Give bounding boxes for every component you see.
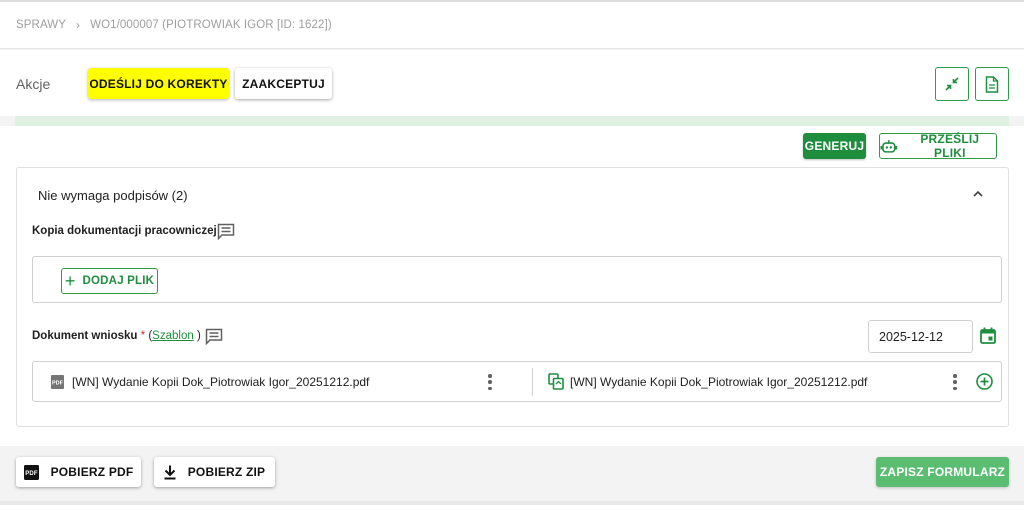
field-label-employee-docs: Kopia dokumentacji pracowniczej — [32, 225, 217, 237]
download-pdf-button[interactable]: PDF POBIERZ PDF — [16, 457, 141, 487]
template-link[interactable]: Szablon — [152, 330, 194, 342]
add-circle-icon[interactable] — [976, 373, 993, 390]
download-zip-label: POBIERZ ZIP — [187, 465, 266, 479]
date-field[interactable]: 2025-12-12 — [868, 320, 973, 353]
bottom-border — [0, 501, 1024, 505]
paren-close: ) — [196, 330, 201, 342]
send-back-button[interactable]: ODEŚLIJ DO KOREKTY — [88, 68, 229, 99]
plus-icon: + — [64, 271, 76, 291]
collapse-button[interactable] — [935, 67, 969, 101]
more-options-icon[interactable] — [952, 374, 958, 390]
download-pdf-label: POBIERZ PDF — [50, 465, 134, 479]
download-zip-button[interactable]: POBIERZ ZIP — [154, 457, 275, 487]
collapse-icon — [945, 77, 959, 91]
status-strip — [15, 116, 1009, 126]
file-name-left[interactable]: [WN] Wydanie Kopii Dok_Piotrowiak Igor_2… — [72, 375, 369, 389]
breadcrumb: SPRAWY › WO1/000007 (PIOTROWIAK IGOR [ID… — [0, 2, 1024, 49]
more-options-icon[interactable] — [487, 374, 493, 390]
comment-icon[interactable] — [205, 328, 223, 345]
add-file-label: DODAJ PLIK — [82, 275, 155, 287]
required-mark: * — [140, 330, 146, 342]
actions-bar: Akcje ODEŚLIJ DO KOREKTY ZAAKCEPTUJ — [0, 50, 1024, 116]
download-icon — [164, 465, 176, 479]
save-form-button[interactable]: ZAPISZ FORMULARZ — [876, 457, 1009, 487]
pdf-badge-text: PDF — [25, 471, 38, 477]
file-copy-icon — [548, 373, 564, 390]
generate-button[interactable]: GENERUJ — [803, 133, 866, 159]
document-button[interactable] — [975, 67, 1009, 101]
accept-button[interactable]: ZAAKCEPTUJ — [235, 68, 332, 99]
divider — [532, 368, 533, 396]
breadcrumb-current: WO1/000007 (PIOTROWIAK IGOR [ID: 1622]) — [90, 19, 332, 31]
field-label-application-doc: Dokument wniosku * (Szablon ) — [32, 330, 201, 342]
application-doc-label: Dokument wniosku — [32, 330, 138, 342]
upload-files-button[interactable]: PRZEŚLIJ PLIKI — [879, 132, 997, 160]
comment-icon[interactable] — [217, 223, 235, 240]
breadcrumb-separator: › — [76, 18, 81, 32]
upload-files-label: PRZEŚLIJ PLIKI — [920, 132, 980, 160]
no-signature-panel: Nie wymaga podpisów (2) Kopia dokumentac… — [16, 167, 1009, 427]
add-file-button[interactable]: + DODAJ PLIK — [61, 268, 158, 294]
robot-icon — [880, 139, 898, 153]
pdf-badge-text: PDF — [52, 381, 64, 387]
calendar-icon[interactable] — [980, 327, 996, 344]
actions-label: Akcje — [16, 76, 51, 92]
chevron-up-icon[interactable] — [972, 188, 984, 200]
pdf-icon: PDF — [23, 464, 39, 480]
panel-title: Nie wymaga podpisów (2) — [38, 188, 188, 203]
file-dropzone[interactable]: + DODAJ PLIK — [32, 256, 1002, 303]
file-name-right[interactable]: [WN] Wydanie Kopii Dok_Piotrowiak Igor_2… — [570, 375, 867, 389]
document-icon — [985, 75, 999, 93]
pdf-file-icon: PDF — [51, 375, 64, 389]
breadcrumb-root[interactable]: SPRAWY — [16, 19, 66, 31]
files-row: PDF [WN] Wydanie Kopii Dok_Piotrowiak Ig… — [32, 361, 1002, 402]
